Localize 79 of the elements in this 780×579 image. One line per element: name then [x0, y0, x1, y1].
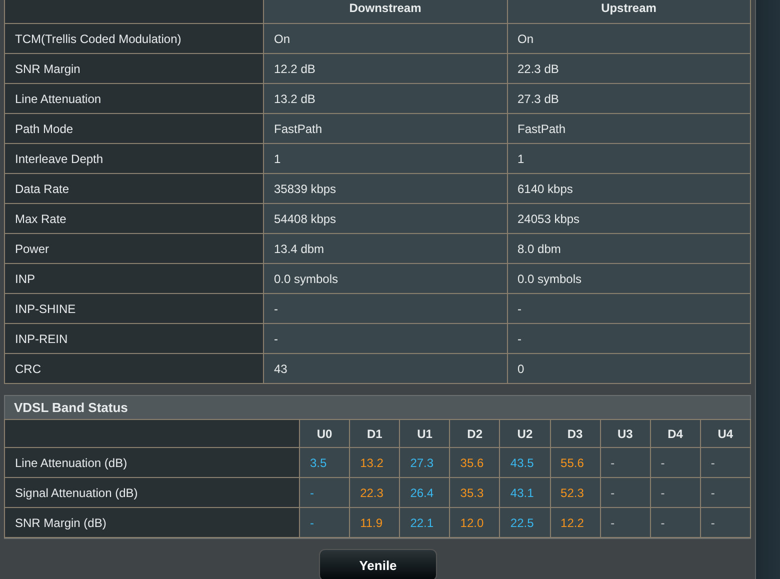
column-header: Upstream: [507, 0, 750, 24]
table-cell: 12.0: [450, 508, 500, 538]
table-cell: 13.2 dB: [264, 84, 507, 114]
table-cell: 0.0 symbols: [507, 264, 750, 294]
row-label: TCM(Trellis Coded Modulation): [4, 24, 264, 54]
table-cell: 35839 kbps: [264, 174, 507, 204]
column-header: U0: [299, 420, 350, 448]
table-cell: 0: [507, 354, 750, 384]
row-label: Path Mode: [4, 114, 264, 144]
table-cell: 11.9: [350, 508, 400, 538]
row-label: Interleave Depth: [4, 144, 264, 174]
table-cell: 27.3 dB: [507, 84, 750, 114]
table-cell: 22.3: [350, 478, 400, 508]
table-cell: -: [507, 324, 750, 354]
table-cell: 26.4: [400, 478, 450, 508]
column-header: U2: [500, 420, 550, 448]
table-cell: 0.0 symbols: [264, 264, 507, 294]
row-label: SNR Margin (dB): [4, 508, 300, 538]
row-label: Max Rate: [4, 204, 264, 234]
row-label: Signal Attenuation (dB): [4, 478, 300, 508]
table-cell: 54408 kbps: [264, 204, 507, 234]
table-cell: 6140 kbps: [507, 174, 750, 204]
row-label: CRC: [4, 354, 264, 384]
table-cell: -: [650, 448, 700, 478]
table-cell: -: [600, 478, 650, 508]
row-label: Power: [4, 234, 264, 264]
table-cell: 1: [264, 144, 507, 174]
table-cell: 24053 kbps: [507, 204, 750, 234]
table-cell: 8.0 dbm: [507, 234, 750, 264]
table-cell: -: [507, 294, 750, 324]
table-cell: -: [650, 508, 700, 538]
table-cell: 43.1: [500, 478, 550, 508]
refresh-button[interactable]: Yenile: [319, 549, 437, 579]
row-label: INP-SHINE: [4, 294, 264, 324]
table-cell: 27.3: [400, 448, 450, 478]
table-cell: 35.3: [450, 478, 500, 508]
table-cell: 13.4 dbm: [264, 234, 507, 264]
table-cell: -: [299, 478, 350, 508]
table-cell: On: [264, 24, 507, 54]
table-cell: 52.3: [550, 478, 600, 508]
table-cell: 43.5: [500, 448, 550, 478]
table-cell: -: [264, 324, 507, 354]
table-cell: -: [299, 508, 350, 538]
table-cell: 13.2: [350, 448, 400, 478]
table-cell: -: [700, 478, 750, 508]
row-label: INP: [4, 264, 264, 294]
column-header: D2: [450, 420, 500, 448]
section-title: VDSL Band Status: [5, 396, 750, 419]
table-cell: 43: [264, 354, 507, 384]
column-header: D3: [550, 420, 600, 448]
column-header: U4: [700, 420, 750, 448]
column-header: Downstream: [264, 0, 507, 24]
table-cell: 12.2: [550, 508, 600, 538]
row-label: Line Attenuation: [4, 84, 264, 114]
table-cell: 55.6: [550, 448, 600, 478]
table-cell: FastPath: [264, 114, 507, 144]
table-cell: 22.1: [400, 508, 450, 538]
table-cell: 22.3 dB: [507, 54, 750, 84]
column-header: U3: [600, 420, 650, 448]
table-cell: FastPath: [507, 114, 750, 144]
table-cell: 1: [507, 144, 750, 174]
table-cell: On: [507, 24, 750, 54]
row-label: INP-REIN: [4, 324, 264, 354]
table-cell: 12.2 dB: [264, 54, 507, 84]
table-cell: 22.5: [500, 508, 550, 538]
table-cell: 35.6: [450, 448, 500, 478]
column-header: U1: [400, 420, 450, 448]
row-label: SNR Margin: [4, 54, 264, 84]
table-cell: -: [600, 448, 650, 478]
column-header: D1: [350, 420, 400, 448]
column-header: D4: [650, 420, 700, 448]
table-cell: -: [700, 508, 750, 538]
table-cell: 3.5: [299, 448, 350, 478]
table-cell: -: [600, 508, 650, 538]
table-cell: -: [264, 294, 507, 324]
table-cell: -: [650, 478, 700, 508]
row-label: Line Attenuation (dB): [4, 448, 300, 478]
row-label: Data Rate: [4, 174, 264, 204]
table-cell: -: [700, 448, 750, 478]
